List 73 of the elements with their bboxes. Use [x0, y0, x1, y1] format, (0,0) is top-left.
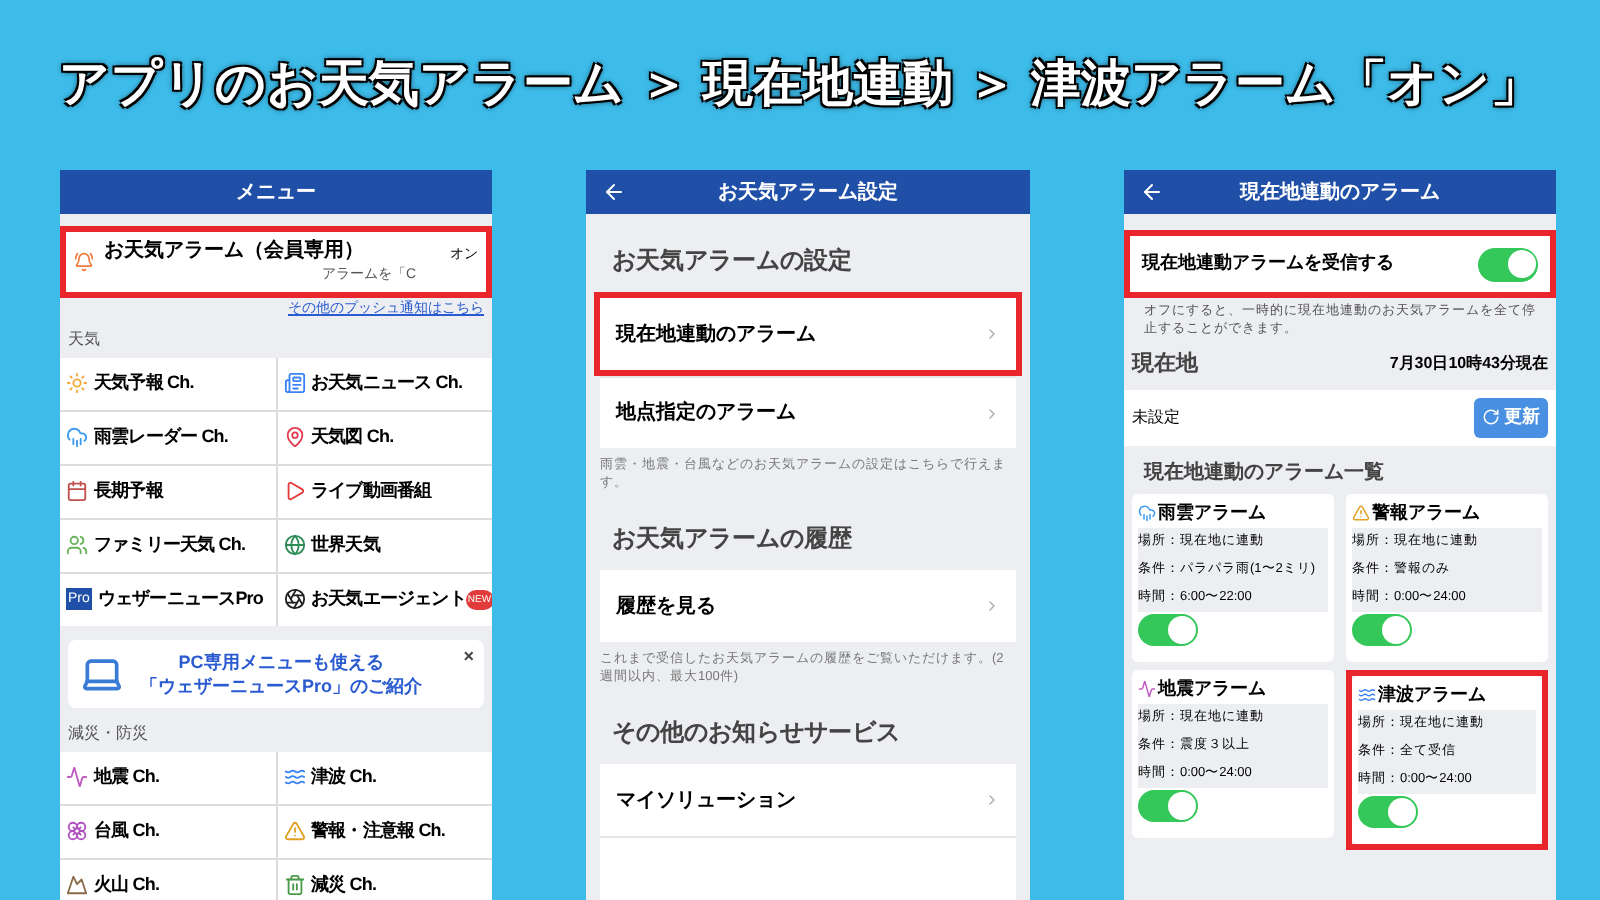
settings-row[interactable]: 履歴を見る	[600, 570, 1016, 642]
menu-item[interactable]: ファミリー天気 Ch.	[60, 519, 275, 571]
timestamp: 7月30日10時43分現在	[1389, 352, 1548, 377]
calendar-icon	[66, 480, 88, 502]
card-title: 地震アラーム	[1158, 675, 1266, 701]
newspaper-icon	[283, 372, 305, 394]
menu-item[interactable]: 台風 Ch.	[60, 805, 275, 857]
pulse-icon	[66, 766, 88, 788]
promo-banner[interactable]: PC専用メニューも使える 「ウェザーニュースPro」のご紹介 ×	[68, 639, 484, 707]
pin-icon	[283, 426, 305, 448]
screen-title: お天気アラーム設定	[718, 178, 898, 207]
chevron-icon	[984, 326, 1000, 342]
card-title: 警報アラーム	[1372, 499, 1480, 525]
back-icon[interactable]	[602, 180, 626, 204]
warning-icon	[283, 820, 305, 842]
menu-item[interactable]: お天気ニュース Ch.	[277, 357, 492, 409]
aperture-icon	[283, 588, 305, 610]
section-heading: お天気アラームの履歴	[610, 522, 854, 556]
receive-row: 現在地連動アラームを受信する	[1130, 236, 1550, 292]
wave-icon	[283, 766, 305, 788]
menu-label: お天気アラーム（会員専用）	[104, 237, 366, 267]
menu-item[interactable]: 長期予報	[60, 465, 275, 517]
people-icon	[66, 534, 88, 556]
section-heading: お天気アラームの設定	[610, 244, 854, 278]
menu-item[interactable]: 世界天気	[277, 519, 492, 571]
list-title: 現在地連動のアラーム一覧	[1141, 459, 1386, 487]
menu-item[interactable]: 天気図 Ch.	[277, 411, 492, 463]
chevron-icon	[984, 405, 1000, 421]
settings-row[interactable]: マイソリューション	[600, 764, 1016, 836]
menu-item[interactable]: 雨雲レーダー Ch.	[60, 411, 275, 463]
settings-row[interactable]	[600, 836, 1016, 900]
close-button[interactable]: ×	[463, 643, 474, 670]
location-label: 現在地	[1132, 349, 1198, 380]
back-icon[interactable]	[1140, 180, 1164, 204]
rain-cloud-icon	[66, 426, 88, 448]
toggle-switch[interactable]	[1352, 614, 1412, 646]
pulse-icon	[1138, 679, 1156, 698]
toggle-switch[interactable]	[1478, 247, 1538, 281]
warning-icon	[1352, 503, 1370, 522]
screen-title: メニュー	[236, 179, 316, 207]
menu-item[interactable]: 警報・注意報 Ch.	[277, 805, 492, 857]
card-title: 雨雲アラーム	[1158, 499, 1266, 525]
headline: アプリのお天気アラーム ＞ 現在地連動 ＞ 津波アラーム「オン」	[59, 53, 1541, 116]
bell-icon	[74, 252, 94, 272]
section-heading: その他のお知らせサービス	[610, 716, 902, 750]
bin-icon	[283, 874, 305, 896]
promo-text: PC専用メニューも使える	[178, 649, 384, 673]
menu-item[interactable]: 減災 Ch.	[277, 859, 492, 900]
chevron-icon	[984, 598, 1000, 614]
location-value: 未設定	[1132, 405, 1180, 429]
settings-row[interactable]: 現在地連動のアラーム	[600, 298, 1016, 370]
toggle-switch[interactable]	[1138, 614, 1198, 646]
toggle-switch[interactable]	[1138, 790, 1198, 822]
section-label: 減災・防災	[66, 721, 150, 745]
flower-icon	[66, 820, 88, 842]
section-label: 天気	[66, 327, 102, 351]
menu-item[interactable]: 地震 Ch.	[60, 751, 275, 803]
globe-icon	[283, 534, 305, 556]
wave-icon	[1358, 685, 1376, 704]
card-title: 津波アラーム	[1378, 681, 1486, 707]
rain-cloud-icon	[1138, 503, 1156, 522]
promo-text: 「ウェザーニュースPro」のご紹介	[140, 673, 423, 697]
screen-title: 現在地連動のアラーム	[1240, 179, 1440, 207]
play-icon	[283, 480, 305, 502]
chevron-icon	[984, 792, 1000, 808]
toggle-switch[interactable]	[1358, 796, 1418, 828]
menu-item[interactable]: 津波 Ch.	[277, 751, 492, 803]
menu-item[interactable]: ライブ動画番組	[277, 465, 492, 517]
mountain-icon	[66, 874, 88, 896]
menu-item[interactable]: 火山 Ch.	[60, 859, 275, 900]
menu-item[interactable]: 天気予報 Ch.	[60, 357, 275, 409]
settings-row[interactable]: 地点指定のアラーム	[600, 376, 1016, 448]
refresh-icon	[1482, 408, 1500, 426]
